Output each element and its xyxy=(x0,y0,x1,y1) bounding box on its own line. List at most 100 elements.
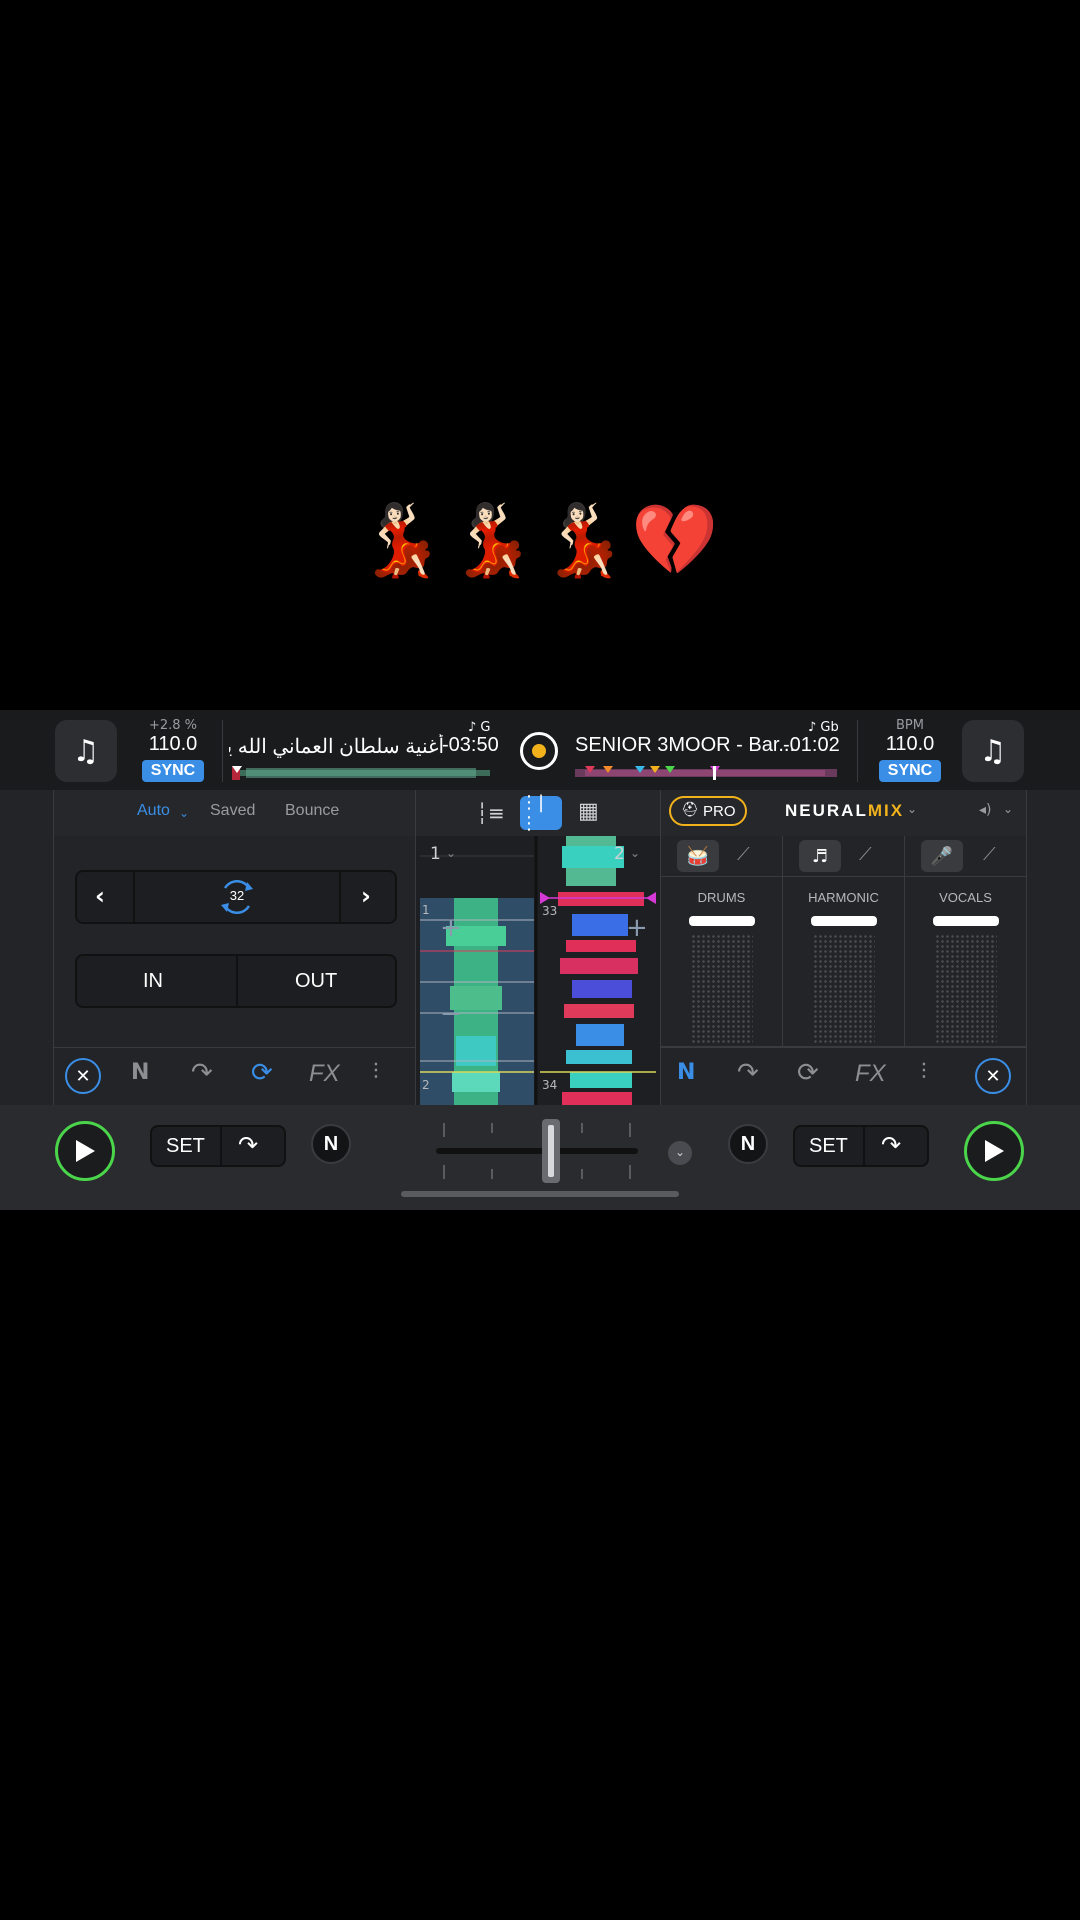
neuralmix-button-left[interactable]: N xyxy=(311,1124,351,1164)
waveform-panel[interactable]: + − + 1 ⌄ 2 ⌄ 1 2 33 34 xyxy=(416,836,660,1106)
divider xyxy=(133,872,135,922)
cue-jump-icon[interactable]: ↷ xyxy=(238,1131,258,1159)
svg-text:+: + xyxy=(626,913,648,943)
grid-icon[interactable]: ▦ xyxy=(578,799,599,824)
right-wave xyxy=(558,836,644,1106)
mute-icon[interactable]: ⟋ xyxy=(983,844,996,865)
chevron-down-icon[interactable]: ⌄ xyxy=(1003,802,1013,816)
library-button-right[interactable]: ♫ xyxy=(962,720,1024,782)
waveform-icon[interactable]: ⋮|⋮ xyxy=(520,792,562,834)
loop-panel-header: Auto ⌄ Saved Bounce xyxy=(53,790,415,837)
loop-size-value: 32 xyxy=(229,888,245,903)
chevron-down-icon[interactable]: ⌄ xyxy=(630,846,640,860)
instruments-icon[interactable]: ♬ xyxy=(799,840,841,872)
cue-set-group-left: SET ↷ xyxy=(150,1125,286,1167)
crossfader[interactable] xyxy=(432,1119,642,1183)
neuralmix-icon[interactable]: N xyxy=(677,1060,695,1085)
waveform-view[interactable]: + − + xyxy=(416,836,660,1106)
waveform-header: ┆≡ ⋮|⋮ ▦ xyxy=(416,790,660,837)
pro-badge[interactable]: ⛑ PRO xyxy=(669,796,747,826)
waveform-vertical-icon[interactable]: ┆≡ xyxy=(476,801,505,825)
bar-number: 33 xyxy=(542,904,558,918)
stem-label-harmonic: HARMONIC xyxy=(808,890,879,905)
fader-track xyxy=(691,934,753,1044)
emoji-caption: 💃🏻💃🏻💃🏻💔 xyxy=(357,499,723,581)
tempo-right[interactable]: BPM 110.0 SYNC xyxy=(865,718,955,782)
pitch-readout: +2.8 % xyxy=(148,718,198,733)
eq-icon[interactable]: ⫶ xyxy=(373,1060,379,1085)
deck-info-bar: ♫ +2.8 % 110.0 SYNC ♪ G أغنية سلطان العم… xyxy=(0,710,1080,790)
overview-waveform-left[interactable] xyxy=(232,766,490,780)
home-indicator[interactable] xyxy=(401,1191,679,1197)
mute-icon[interactable]: ⟋ xyxy=(737,844,750,865)
set-cue-button-left[interactable]: SET xyxy=(166,1135,205,1158)
track-title-right[interactable]: SENIOR 3MOOR - Bar... xyxy=(575,734,795,757)
deck-2-label[interactable]: 2 xyxy=(614,844,625,864)
tempo-left[interactable]: +2.8 % 110.0 SYNC xyxy=(128,718,218,782)
fader-handle[interactable] xyxy=(689,916,755,926)
loop-icon[interactable]: ⟳ xyxy=(251,1058,273,1088)
chevron-down-icon[interactable]: ⌄ xyxy=(668,1141,692,1165)
fader-handle[interactable] xyxy=(811,916,877,926)
neuralmix-title[interactable]: NEURALMIX xyxy=(785,801,904,821)
svg-text:−: − xyxy=(440,999,462,1029)
chevron-right-icon[interactable]: › xyxy=(361,882,371,910)
chevron-down-icon[interactable]: ⌄ xyxy=(907,802,917,816)
drums-fader[interactable] xyxy=(661,906,783,1056)
divider xyxy=(222,720,223,782)
cue-jump-icon[interactable]: ↷ xyxy=(881,1131,901,1159)
loop-out-button[interactable]: OUT xyxy=(295,970,337,993)
record-button[interactable] xyxy=(520,732,558,770)
left-deck-toolbar: ✕ N ↷ ⟳ FX ⫶ xyxy=(53,1047,415,1106)
divider xyxy=(857,720,858,782)
fx-icon[interactable]: FX xyxy=(855,1060,886,1088)
neuralmix-button-right[interactable]: N xyxy=(728,1124,768,1164)
music-note-icon: ♫ xyxy=(72,733,100,769)
divider xyxy=(660,790,661,1105)
fader-track xyxy=(935,934,997,1044)
loop-icon[interactable]: ⟳ xyxy=(797,1058,819,1088)
bpm-label: BPM xyxy=(896,718,924,733)
chevron-down-icon[interactable]: ⌄ xyxy=(179,806,189,820)
eq-icon[interactable]: ⫶ xyxy=(921,1060,927,1085)
chevron-left-icon[interactable]: ‹ xyxy=(95,882,105,910)
pro-label: PRO xyxy=(703,803,736,820)
neuralmix-icon[interactable]: N xyxy=(131,1060,149,1085)
set-cue-button-right[interactable]: SET xyxy=(809,1135,848,1158)
fx-icon[interactable]: FX xyxy=(309,1060,340,1088)
neuralmix-header: ⛑ PRO NEURALMIX ⌄ ◂) ⌄ xyxy=(661,790,1026,837)
deck-1-label[interactable]: 1 xyxy=(430,844,441,864)
close-icon[interactable]: ✕ xyxy=(65,1058,101,1094)
cue-jump-icon[interactable]: ↷ xyxy=(737,1058,759,1088)
tab-bounce[interactable]: Bounce xyxy=(285,802,339,820)
music-note-icon: ♫ xyxy=(979,733,1007,769)
neuralmix-title-b: MIX xyxy=(867,801,905,820)
microphone-icon[interactable]: 🎤 xyxy=(921,840,963,872)
overview-waveform-right[interactable] xyxy=(575,766,837,780)
speaker-icon[interactable]: ◂) xyxy=(979,802,992,818)
drum-icon[interactable]: 🥁 xyxy=(677,840,719,872)
fader-track xyxy=(813,934,875,1044)
track-title-left[interactable]: أغنية سلطان العماني الله يو... xyxy=(229,734,444,759)
neuralmix-title-a: NEURAL xyxy=(785,801,868,820)
play-button-left[interactable] xyxy=(55,1121,115,1181)
fader-handle[interactable] xyxy=(933,916,999,926)
djay-app: ♫ +2.8 % 110.0 SYNC ♪ G أغنية سلطان العم… xyxy=(0,710,1080,1210)
harmonic-fader[interactable] xyxy=(783,906,905,1056)
sync-button-left[interactable]: SYNC xyxy=(141,760,205,782)
library-button-left[interactable]: ♫ xyxy=(55,720,117,782)
chevron-down-icon[interactable]: ⌄ xyxy=(446,846,456,860)
loop-in-button[interactable]: IN xyxy=(143,970,163,993)
tab-saved[interactable]: Saved xyxy=(210,802,255,820)
tab-auto[interactable]: Auto xyxy=(137,802,170,820)
close-icon[interactable]: ✕ xyxy=(975,1058,1011,1094)
stem-label-vocals: VOCALS xyxy=(939,890,992,905)
sync-button-right[interactable]: SYNC xyxy=(878,760,942,782)
bpm-readout: 110.0 xyxy=(885,733,935,755)
vocals-fader[interactable] xyxy=(905,906,1027,1056)
mute-icon[interactable]: ⟋ xyxy=(859,844,872,865)
dj-icon: ⛑ xyxy=(681,802,699,818)
play-button-right[interactable] xyxy=(964,1121,1024,1181)
track-key-right: ♪ Gb xyxy=(808,720,839,735)
cue-jump-icon[interactable]: ↷ xyxy=(191,1058,213,1088)
